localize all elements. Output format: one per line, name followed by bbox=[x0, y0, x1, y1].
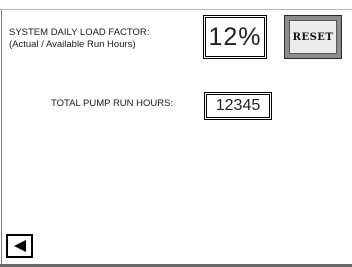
load-factor-value-display: 12% bbox=[203, 15, 267, 59]
frame-top-border bbox=[0, 9, 352, 10]
reset-button-label: RESET bbox=[289, 20, 337, 54]
load-factor-label: SYSTEM DAILY LOAD FACTOR: (Actual / Avai… bbox=[9, 27, 149, 51]
reset-button[interactable]: RESET bbox=[284, 15, 342, 59]
load-factor-label-line1: SYSTEM DAILY LOAD FACTOR: bbox=[9, 27, 150, 38]
pump-run-hours-value-display: 12345 bbox=[204, 92, 272, 120]
back-button[interactable] bbox=[6, 234, 33, 258]
pump-run-hours-label: TOTAL PUMP RUN HOURS: bbox=[51, 98, 174, 109]
frame-left-border bbox=[1, 10, 2, 267]
left-arrow-icon bbox=[14, 240, 26, 252]
load-factor-label-line2: (Actual / Available Run Hours) bbox=[9, 39, 136, 50]
